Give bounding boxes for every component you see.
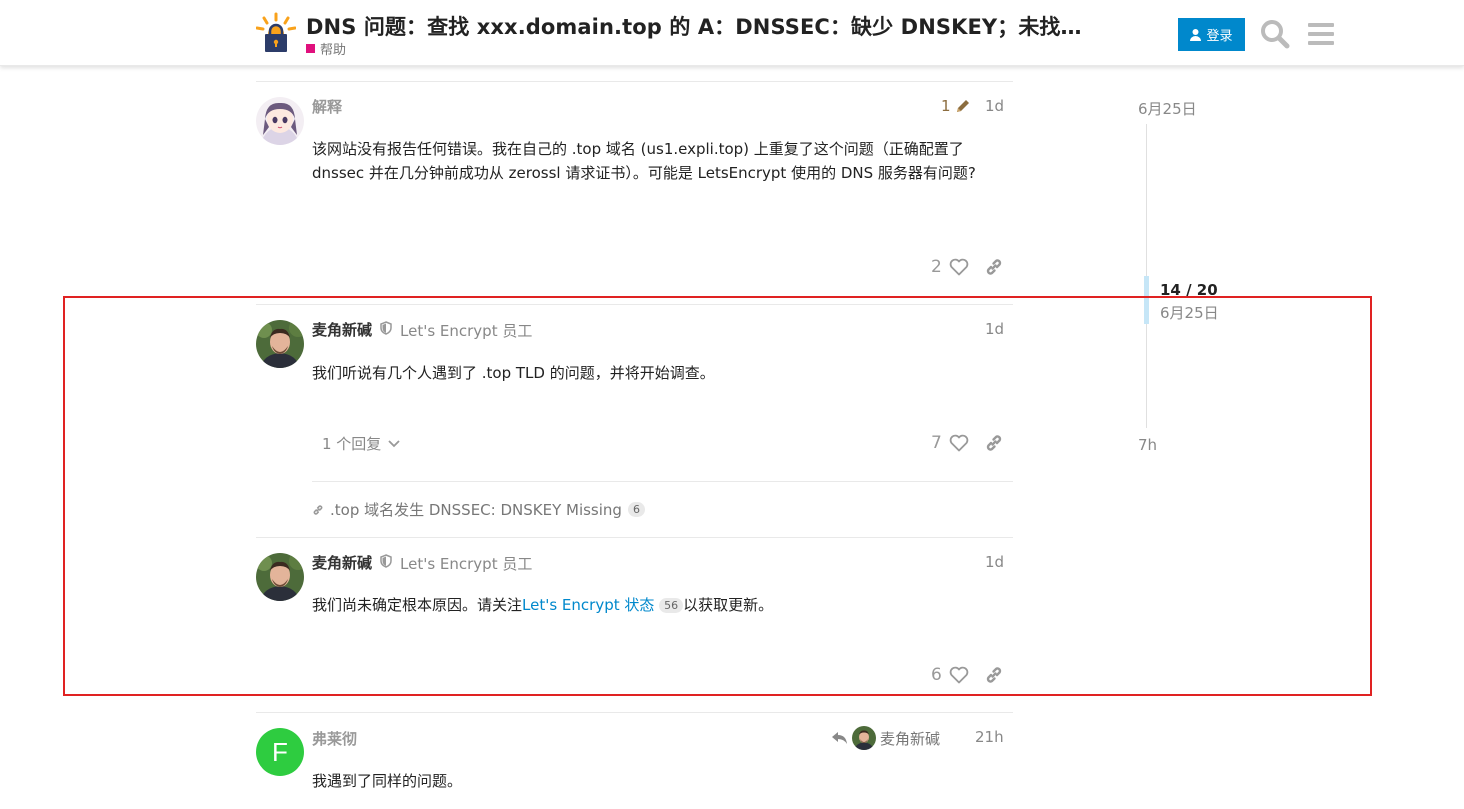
post-username[interactable]: 弗莱彻 — [312, 728, 357, 749]
reply-to-avatar — [852, 726, 876, 750]
post-date[interactable]: 21h — [975, 728, 1004, 746]
lets-encrypt-logo[interactable] — [255, 12, 297, 54]
post-username[interactable]: 麦角新碱 — [312, 552, 372, 573]
like-count: 7 — [931, 433, 942, 453]
post-body: 我们尚未确定根本原因。请关注Let's Encrypt 状态 56 以获取更新。 — [312, 593, 1002, 617]
post-username[interactable]: 麦角新碱 — [312, 319, 372, 340]
timeline-track[interactable] — [1146, 124, 1147, 276]
search-icon[interactable] — [1259, 18, 1291, 50]
post-divider — [256, 304, 1013, 305]
user-icon — [1190, 28, 1202, 41]
replies-label: 1 个回复 — [322, 435, 382, 453]
heart-icon[interactable] — [949, 258, 969, 276]
linked-topic[interactable]: .top 域名发生 DNSSEC: DNSKEY Missing 6 — [312, 499, 645, 520]
avatar[interactable] — [256, 320, 304, 368]
linked-topic-title: .top 域名发生 DNSSEC: DNSKEY Missing — [330, 501, 622, 519]
timeline-track[interactable] — [1146, 324, 1147, 428]
avatar[interactable] — [256, 553, 304, 601]
login-button[interactable]: 登录 — [1178, 18, 1245, 51]
timeline-position: 14 / 20 — [1160, 281, 1218, 299]
topic-title[interactable]: DNS 问题：查找 xxx.domain.top 的 A：DNSSEC：缺少 D… — [306, 11, 1082, 41]
avatar-letter: F — [272, 736, 288, 767]
shield-icon — [380, 321, 392, 335]
edit-history[interactable]: 1 — [941, 97, 971, 115]
user-title: Let's Encrypt 员工 — [400, 555, 533, 573]
site-header: DNS 问题：查找 xxx.domain.top 的 A：DNSSEC：缺少 D… — [0, 0, 1464, 66]
post-date[interactable]: 1d — [985, 320, 1004, 338]
show-replies-button[interactable]: 1 个回复 — [312, 433, 401, 454]
reply-to-indicator[interactable]: 麦角新碱 — [831, 726, 940, 750]
heart-icon[interactable] — [949, 434, 969, 452]
pencil-icon — [956, 100, 969, 112]
like-count: 2 — [931, 257, 942, 277]
chevron-down-icon — [388, 439, 400, 447]
reply-arrow-icon — [832, 732, 847, 744]
timeline-position-date: 6月25日 — [1160, 304, 1219, 322]
post-divider — [256, 712, 1013, 713]
category-color-swatch — [306, 44, 315, 53]
shield-icon — [380, 554, 392, 568]
status-link[interactable]: Let's Encrypt 状态 — [522, 596, 654, 614]
avatar[interactable]: F — [256, 728, 304, 776]
link-icon[interactable] — [984, 433, 1004, 453]
post-divider — [256, 81, 1013, 82]
category-label: 帮助 — [320, 43, 347, 58]
post-body: 该网站没有报告任何错误。我在自己的 .top 域名 (us1.expli.top… — [312, 140, 976, 182]
post-body: 我遇到了同样的问题。 — [312, 772, 463, 790]
hamburger-menu-icon[interactable] — [1305, 18, 1337, 50]
link-icon[interactable] — [984, 257, 1004, 277]
post-body-text: 以获取更新。 — [683, 596, 774, 614]
user-title: Let's Encrypt 员工 — [400, 322, 533, 340]
edit-count: 1 — [941, 97, 951, 115]
timeline-start-date[interactable]: 6月25日 — [1138, 98, 1197, 119]
link-icon[interactable] — [984, 665, 1004, 685]
login-label: 登录 — [1206, 29, 1233, 44]
post-body: 我们听说有几个人遇到了 .top TLD 的问题，并将开始调查。 — [312, 364, 715, 382]
post-body-text: 我们尚未确定根本原因。请关注 — [312, 596, 523, 614]
heart-icon[interactable] — [949, 666, 969, 684]
link-icon — [313, 504, 323, 515]
linked-topic-count: 6 — [627, 502, 645, 517]
timeline-scroll-handle[interactable] — [1144, 276, 1149, 324]
post-username[interactable]: 解释 — [312, 96, 342, 117]
link-click-count: 56 — [659, 598, 684, 613]
avatar[interactable] — [256, 97, 304, 145]
reply-to-username: 麦角新碱 — [880, 729, 941, 748]
post-divider — [256, 537, 1013, 538]
like-count: 6 — [931, 665, 942, 685]
timeline-end-date[interactable]: 7h — [1138, 436, 1157, 454]
category-badge[interactable]: 帮助 — [306, 39, 346, 58]
post-divider — [312, 481, 1013, 482]
post-date[interactable]: 1d — [985, 97, 1004, 115]
post-date[interactable]: 1d — [985, 553, 1004, 571]
